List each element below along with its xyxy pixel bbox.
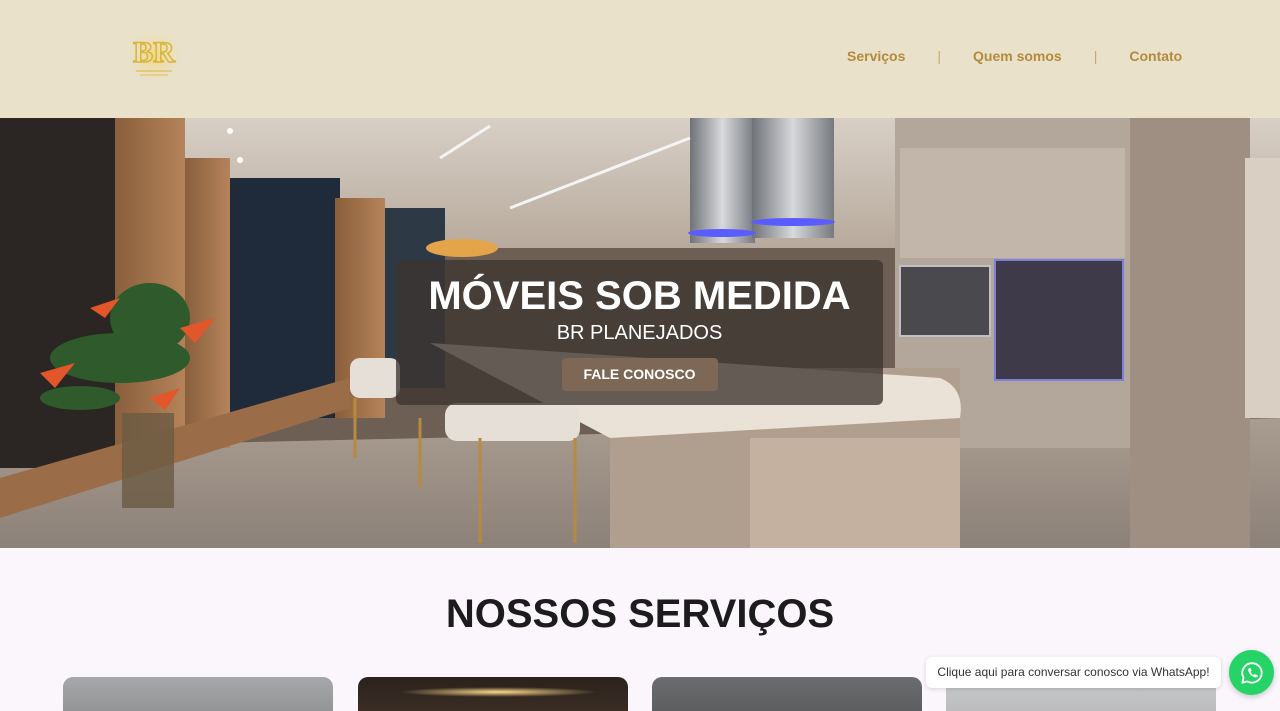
whatsapp-tooltip[interactable]: Clique aqui para conversar conosco via W… (926, 657, 1221, 688)
nav-link-servicos[interactable]: Serviços (847, 48, 905, 64)
service-card-1[interactable] (63, 677, 333, 711)
service-card-2[interactable] (358, 677, 628, 711)
site-header: BR Serviços | Quem somos | Contato (0, 0, 1280, 118)
hero-title: MÓVEIS SOB MEDIDA (428, 274, 851, 318)
fale-conosco-button[interactable]: FALE CONOSCO (561, 358, 718, 391)
hero-subtitle: BR PLANEJADOS (556, 322, 723, 344)
light-glow (398, 687, 598, 697)
hero-banner: MÓVEIS SOB MEDIDA BR PLANEJADOS FALE CON… (0, 118, 1280, 548)
nav-link-contato[interactable]: Contato (1129, 48, 1182, 64)
nav-link-quem-somos[interactable]: Quem somos (973, 48, 1062, 64)
svg-text:BR: BR (133, 36, 175, 69)
services-title: NOSSOS SERVIÇOS (445, 592, 835, 636)
main-nav: Serviços | Quem somos | Contato (847, 48, 1182, 64)
service-card-3[interactable] (652, 677, 922, 711)
nav-separator: | (1093, 48, 1098, 64)
whatsapp-icon (1240, 661, 1263, 684)
nav-separator: | (937, 48, 942, 64)
hero-overlay: MÓVEIS SOB MEDIDA BR PLANEJADOS FALE CON… (396, 260, 883, 405)
br-logo-icon[interactable]: BR (124, 26, 184, 86)
whatsapp-button[interactable] (1229, 650, 1274, 695)
